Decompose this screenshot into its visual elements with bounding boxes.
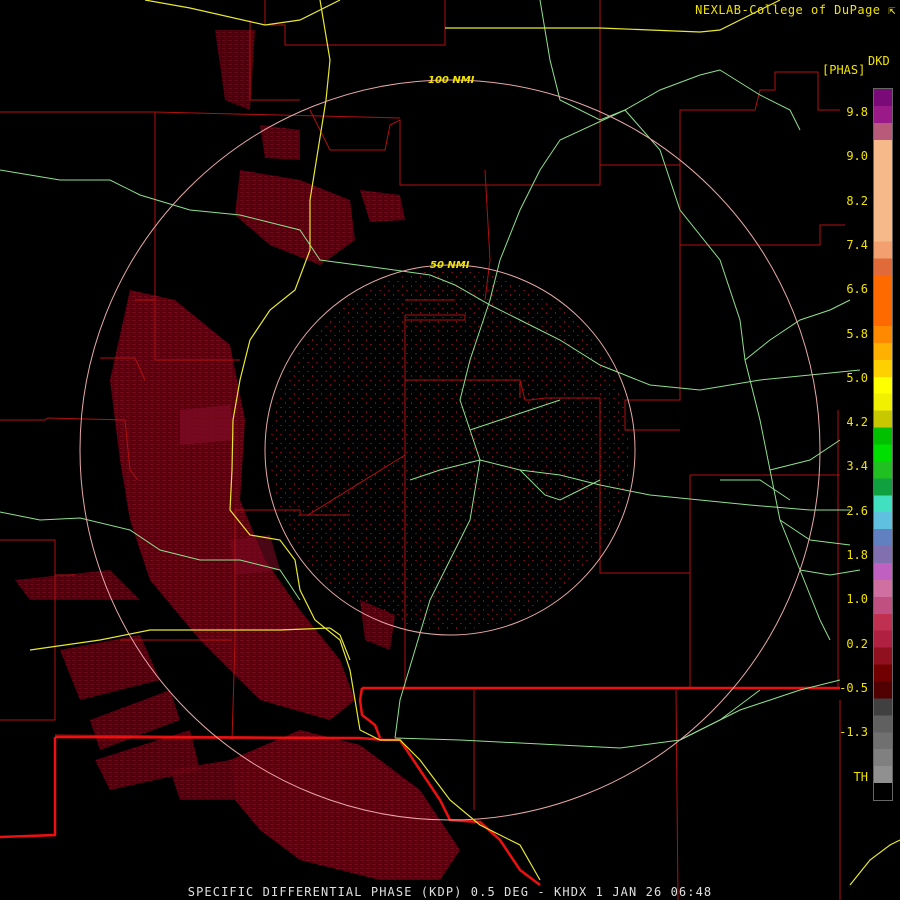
units-code: DKD [868,54,890,68]
range-ring-100nmi-label: 100 NMI [428,75,475,86]
color-scale-tick-label: 7.4 [846,237,868,252]
radar-map: 100 NMI 50 NMI [0,0,900,900]
color-scale-tick-label: 9.0 [846,149,868,164]
radar-echo-layer [15,30,630,880]
color-scale-tick-label: 1.8 [846,548,868,562]
units-label: [PHAS] [822,63,866,77]
color-scale-tick-label: TH [853,769,868,784]
color-scale-tick-label: 1.0 [846,592,868,607]
color-scale-tick-label: -0.5 [839,680,868,695]
color-scale-tick-label: 5.8 [846,326,868,341]
color-scale-tick-label: 5.0 [846,370,868,385]
color-scale-tick-label: 4.2 [846,415,868,430]
color-scale-tick-label: -1.3 [839,725,868,740]
product-footer: SPECIFIC DIFFERENTIAL PHASE (KDP) 0.5 DE… [187,885,713,899]
range-ring-50nmi-label: 50 NMI [430,260,470,271]
credit-label: NEXLAB-College of DuPage ⇱ [695,3,896,17]
color-scale-tick-label: 9.8 [846,105,868,119]
color-scale-bar [873,88,893,801]
corner-arrow-icon: ⇱ [888,3,896,17]
color-scale-tick-label: 6.6 [846,282,868,297]
color-scale-tick-label: 0.2 [846,636,868,651]
credit-text: NEXLAB-College of DuPage [695,3,881,17]
color-scale-tick-label: 2.6 [846,503,868,518]
color-scale-tick-label: 3.4 [846,459,868,474]
color-scale-tick-label: 8.2 [846,193,868,208]
